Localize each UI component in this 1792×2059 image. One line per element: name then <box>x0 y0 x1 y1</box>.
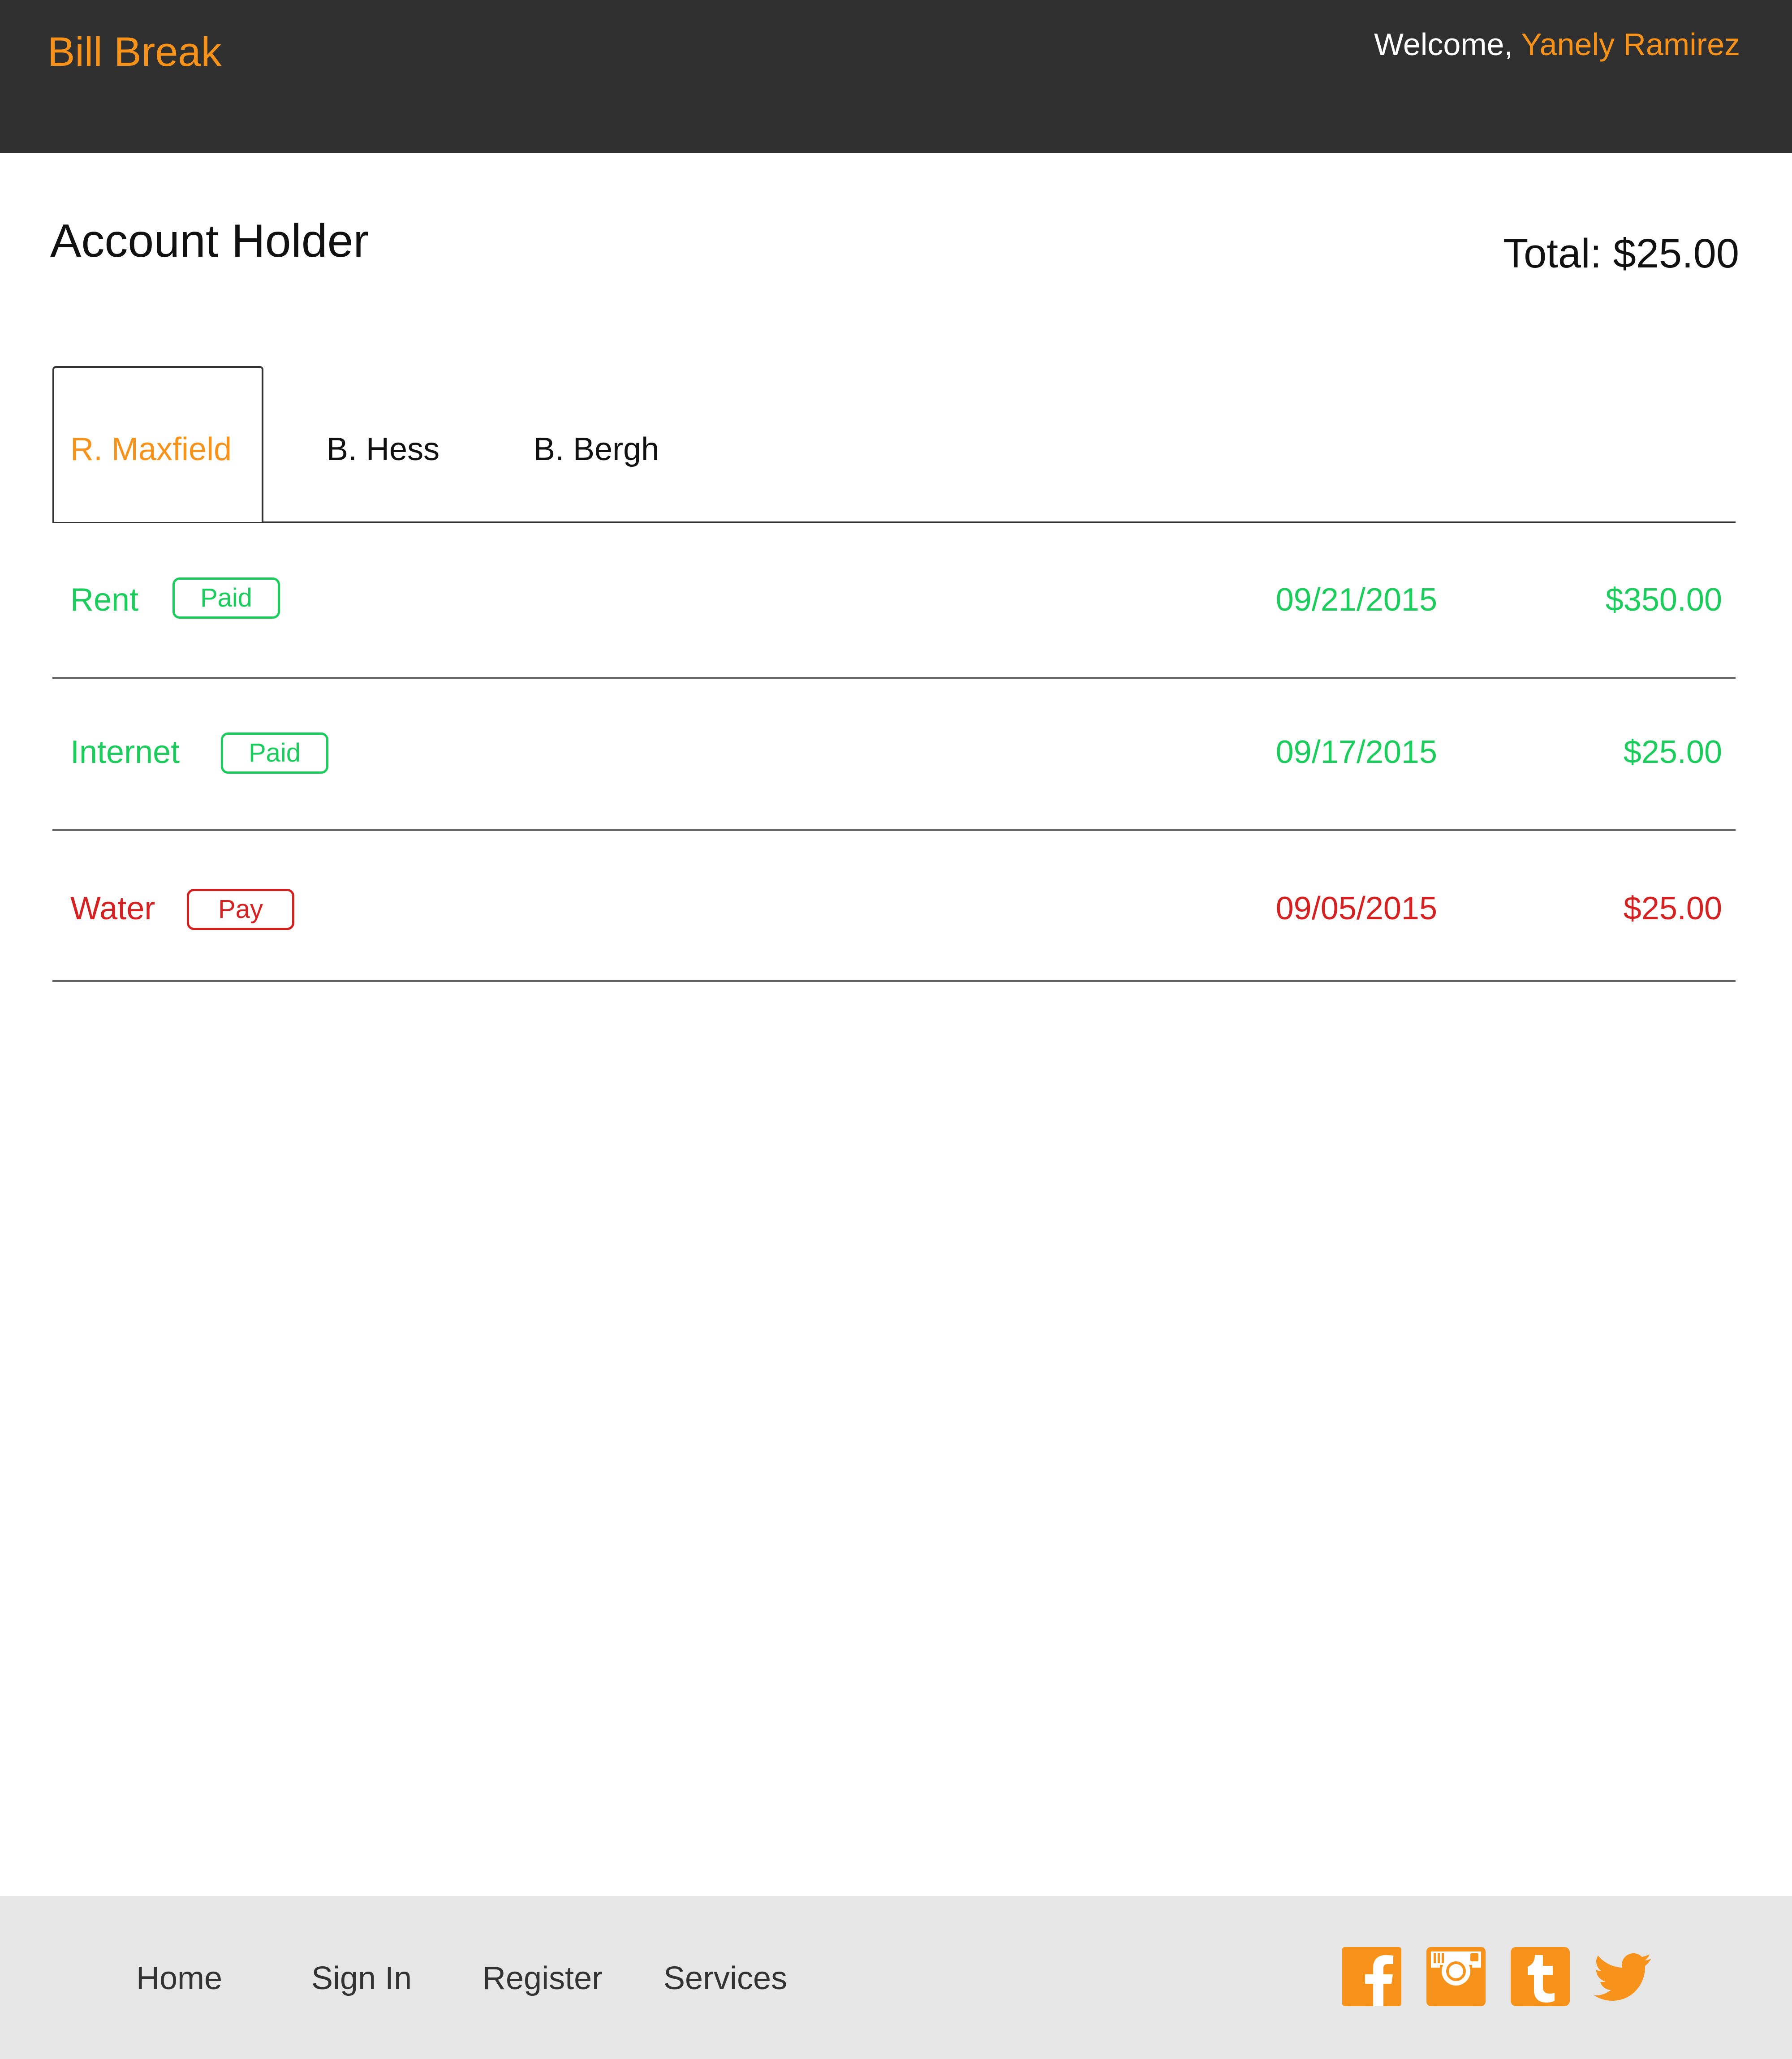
bill-row-water: Water Pay 09/05/2015 $25.00 <box>52 830 1736 982</box>
bill-name: Water <box>70 891 155 926</box>
bill-amount: $25.00 <box>1623 891 1722 926</box>
footer-link-home[interactable]: Home <box>136 1962 222 1994</box>
bill-date: 09/17/2015 <box>1275 734 1437 770</box>
twitter-icon-graphic <box>1594 1953 1651 2001</box>
tumblr-icon[interactable] <box>1511 1947 1570 2006</box>
bill-date: 09/21/2015 <box>1275 582 1437 618</box>
bill-name: Rent <box>70 582 139 618</box>
bill-amount: $25.00 <box>1623 734 1722 770</box>
paid-badge: Paid <box>172 577 280 619</box>
pay-button[interactable]: Pay <box>187 889 294 930</box>
footer-link-sign-in[interactable]: Sign In <box>311 1962 412 1994</box>
total-amount: Total: $25.00 <box>1503 231 1739 276</box>
tab-b-bergh[interactable]: B. Bergh <box>534 433 659 465</box>
tumblr-icon-graphic <box>1511 1947 1570 2006</box>
facebook-icon-graphic <box>1342 1947 1401 2006</box>
twitter-icon[interactable] <box>1594 1947 1653 2006</box>
tab-b-hess[interactable]: B. Hess <box>327 433 439 465</box>
page-title: Account Holder <box>50 215 369 267</box>
brand-logo[interactable]: Bill Break <box>47 31 222 73</box>
bill-amount: $350.00 <box>1605 582 1722 618</box>
welcome-prefix: Welcome, <box>1374 27 1521 62</box>
instagram-icon-graphic <box>1426 1947 1486 2006</box>
bill-name: Internet <box>70 734 180 770</box>
instagram-icon[interactable] <box>1426 1947 1486 2006</box>
tab-r-maxfield[interactable]: R. Maxfield <box>70 433 232 465</box>
bill-row-rent: Rent Paid 09/21/2015 $350.00 <box>52 526 1736 679</box>
header-bar: Bill Break Welcome, Yanely Ramirez <box>0 0 1792 153</box>
welcome-message: Welcome, Yanely Ramirez <box>1374 29 1740 60</box>
facebook-icon[interactable] <box>1342 1947 1401 2006</box>
bill-date: 09/05/2015 <box>1275 891 1437 926</box>
tabs-divider <box>52 521 1736 523</box>
paid-badge: Paid <box>221 732 328 774</box>
footer-link-services[interactable]: Services <box>663 1962 787 1994</box>
user-name-link[interactable]: Yanely Ramirez <box>1521 27 1740 62</box>
footer-link-register[interactable]: Register <box>482 1962 603 1994</box>
bill-row-internet: Internet Paid 09/17/2015 $25.00 <box>52 679 1736 831</box>
footer: Home Sign In Register Services <box>0 1896 1792 2059</box>
